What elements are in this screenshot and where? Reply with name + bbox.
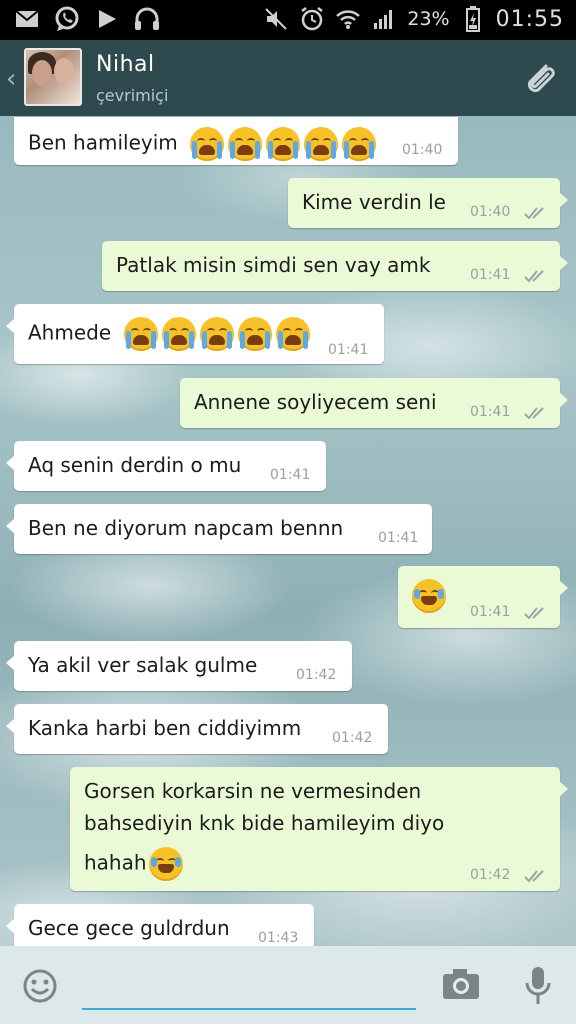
input-underline <box>82 1008 416 1010</box>
emoji-group <box>123 317 314 351</box>
crying-face-emoji <box>342 127 377 161</box>
crying-face-emoji <box>228 127 263 161</box>
message-text: Ben hamileyim <box>28 130 178 155</box>
read-ticks-icon <box>524 265 548 289</box>
message-time: 01:42 <box>296 667 337 683</box>
emoji-group <box>190 127 380 161</box>
read-ticks-icon <box>524 402 548 426</box>
status-bar: 23% 01:55 <box>0 0 576 40</box>
message-incoming[interactable]: Ben ne diyorum napcam bennn 01:41 <box>6 504 432 554</box>
laughing-tears-emoji <box>148 847 183 881</box>
crying-face-emoji <box>190 127 225 161</box>
clock: 01:55 <box>495 6 564 32</box>
message-time: 01:42 <box>332 730 373 746</box>
message-incoming[interactable]: Gece gece guldrdun 01:43 <box>6 904 314 946</box>
crying-face-emoji <box>304 127 339 161</box>
message-text: Kime verdin le <box>302 190 446 214</box>
contact-name[interactable]: Nihal <box>96 52 155 77</box>
message-line: hahah <box>84 850 147 875</box>
message-text: Gece gece guldrdun <box>28 916 230 940</box>
crying-face-emoji <box>161 317 196 351</box>
chat-header: ‹ Nihal çevrimiçi <box>0 40 576 116</box>
battery-percent: 23% <box>407 8 450 30</box>
message-incoming[interactable]: Aq senin derdin o mu 01:41 <box>6 441 326 491</box>
message-outgoing[interactable]: 01:41 <box>398 566 568 628</box>
message-time: 01:41 <box>378 530 419 546</box>
signal-icon <box>371 6 397 32</box>
back-chevron-icon[interactable]: ‹ <box>6 64 16 94</box>
message-text: Patlak misin simdi sen vay amk <box>116 253 431 277</box>
crying-face-emoji <box>237 317 272 351</box>
chat-background: Ben hamileyim 01:40 Kime verdin le 01:40… <box>0 116 576 946</box>
crying-face-emoji <box>199 317 234 351</box>
message-outgoing[interactable]: Annene soyliyecem seni 01:41 <box>180 378 568 428</box>
play-icon <box>94 6 120 32</box>
message-time: 01:40 <box>402 142 443 158</box>
composer-bar <box>0 946 576 1024</box>
headphones-icon <box>134 6 160 32</box>
contact-status: çevrimiçi <box>96 86 169 105</box>
message-time: 01:42 <box>470 867 511 883</box>
message-time: 01:41 <box>470 604 511 620</box>
message-text: Ya akil ver salak gulme <box>28 653 258 677</box>
message-time: 01:41 <box>328 342 369 358</box>
message-incoming[interactable]: Ya akil ver salak gulme 01:42 <box>6 641 352 691</box>
crying-face-emoji <box>123 317 158 351</box>
microphone-icon[interactable] <box>524 966 552 1010</box>
message-time: 01:40 <box>470 204 511 220</box>
message-text: Ben ne diyorum napcam bennn <box>28 516 344 540</box>
message-incoming[interactable]: Ben hamileyim 01:40 <box>14 117 458 165</box>
mute-icon <box>263 6 289 32</box>
message-text: Annene soyliyecem seni <box>194 390 437 414</box>
message-text: Ahmede <box>28 320 112 345</box>
message-time: 01:41 <box>270 467 311 483</box>
whatsapp-icon <box>54 6 80 32</box>
message-text: Aq senin derdin o mu <box>28 453 242 477</box>
message-line: bahsediyin knk bide hamileyim diyo <box>84 811 445 835</box>
mail-icon <box>14 6 40 32</box>
avatar[interactable] <box>24 48 82 106</box>
crying-face-emoji <box>266 127 301 161</box>
message-input[interactable] <box>82 968 420 1006</box>
message-time: 01:41 <box>470 267 511 283</box>
read-ticks-icon <box>524 865 548 889</box>
battery-icon <box>460 6 486 32</box>
message-incoming[interactable]: Kanka harbi ben ciddiyimm 01:42 <box>6 704 388 754</box>
paperclip-icon[interactable] <box>518 58 562 106</box>
camera-icon[interactable] <box>442 968 480 1004</box>
emoji-group <box>412 579 450 613</box>
crying-face-emoji <box>275 317 310 351</box>
wifi-icon <box>335 6 361 32</box>
message-incoming[interactable]: Ahmede 01:41 <box>6 304 384 364</box>
message-outgoing[interactable]: Gorsen korkarsin ne vermesinden bahsediy… <box>70 767 568 891</box>
message-text: Kanka harbi ben ciddiyimm <box>28 716 302 740</box>
message-outgoing[interactable]: Patlak misin simdi sen vay amk 01:41 <box>102 241 568 291</box>
message-time: 01:43 <box>258 930 299 946</box>
read-ticks-icon <box>524 202 548 226</box>
message-outgoing[interactable]: Kime verdin le 01:40 <box>288 178 568 228</box>
alarm-icon <box>299 6 325 32</box>
read-ticks-icon <box>524 602 548 626</box>
laughing-tears-emoji <box>412 579 446 613</box>
message-time: 01:41 <box>470 404 511 420</box>
smiley-icon[interactable] <box>22 968 58 1008</box>
message-line: Gorsen korkarsin ne vermesinden <box>84 779 422 803</box>
